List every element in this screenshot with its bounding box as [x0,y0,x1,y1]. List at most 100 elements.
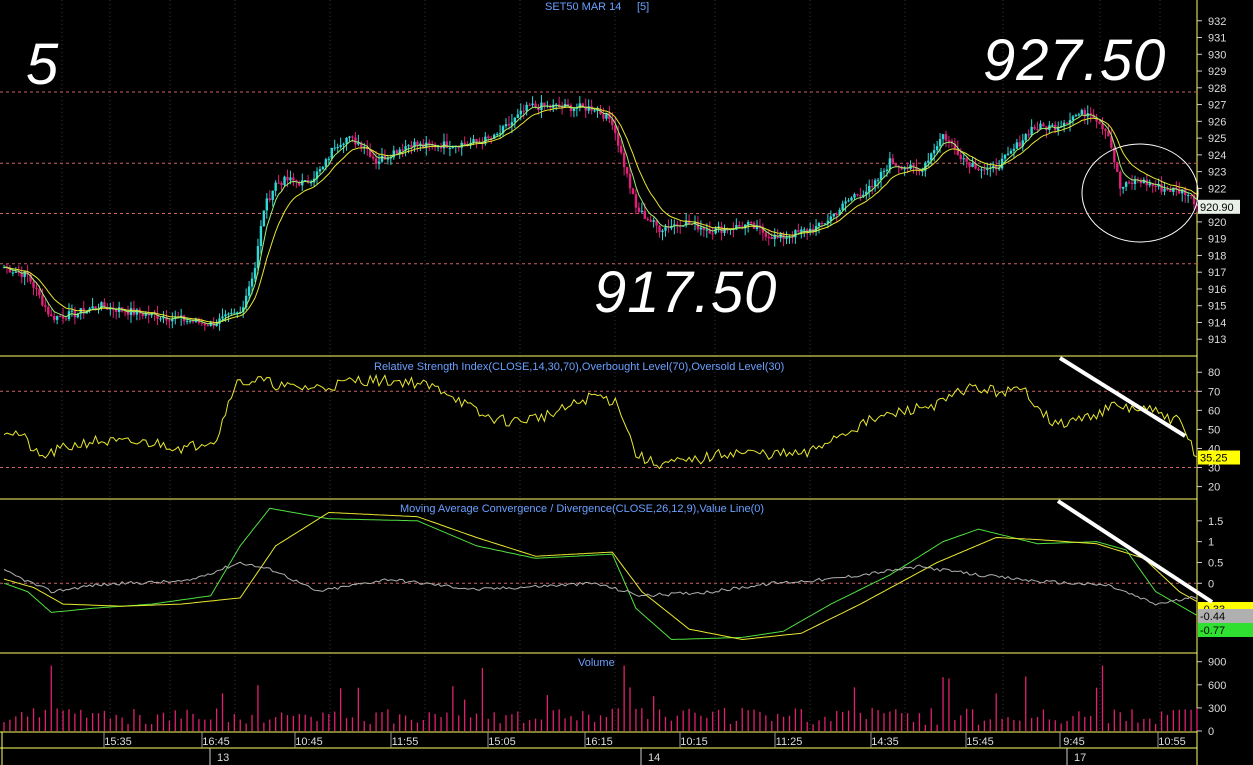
candle-body [968,161,971,167]
candle-body [504,124,508,127]
candle-body [50,314,53,317]
candle-body [64,318,68,320]
volume-y-tick-label: 0 [1208,726,1214,738]
macd-y-tick-label: 1.5 [1208,516,1223,528]
y-tick-label: 915 [1208,301,1226,313]
candle-body [11,272,15,274]
candle-body [868,185,871,192]
candle-body [286,176,289,181]
x-tick-label: 15:35 [104,736,132,748]
candle-body [55,316,59,320]
x-tick-label: 11:55 [392,736,419,748]
candle-body [1148,183,1151,186]
x-tick-label: 10:55 [1158,736,1186,748]
candle-body [646,218,649,220]
candle-body [221,316,224,319]
candle-body [652,220,655,222]
candle-body [168,320,171,322]
candle-body [983,169,986,171]
candle-body [141,313,144,316]
candle-body [1003,154,1007,159]
candle-body [947,140,951,142]
candle-body [61,316,65,319]
candle-body [1101,123,1104,130]
candle-body [159,318,162,320]
candle-body [14,271,18,273]
candle-body [395,150,398,154]
last-price-value: 920.90 [1200,202,1234,214]
candle-body [785,237,788,239]
candle-body [738,224,741,227]
candle-body [206,325,209,327]
candle-body [342,143,345,145]
candle-body [1163,188,1166,192]
y-tick-label: 913 [1208,334,1226,346]
candle-body [115,309,118,312]
candle-body [70,310,74,312]
y-tick-label: 919 [1208,234,1226,246]
day-label: 14 [648,752,660,764]
day-label: 13 [217,752,229,764]
candle-body [1030,126,1033,136]
chart-title: SET50 MAR 14 [545,1,621,13]
candle-body [876,179,880,181]
candle-body [628,173,632,189]
y-tick-label: 924 [1208,150,1226,162]
candle-body [631,188,635,195]
candle-body [841,203,844,210]
candle-body [932,150,936,154]
candle-body [280,183,283,186]
candle-body [856,194,859,196]
candle-body [1006,153,1010,155]
candle-body [885,169,889,171]
y-tick-label: 932 [1208,16,1226,28]
x-tick-label: 15:05 [488,736,516,748]
candle-body [797,230,800,232]
candle-body [1065,122,1069,124]
candle-body [304,180,307,182]
day-label: 17 [1074,752,1086,764]
y-tick-label: 930 [1208,49,1226,61]
y-tick-label: 914 [1208,317,1226,329]
candle-body [894,163,897,166]
candle-body [959,154,962,160]
candle-body [253,268,257,279]
candle-body [374,158,378,164]
x-tick-label: 14:35 [871,736,899,748]
candle-body [1127,182,1131,184]
x-tick-label: 16:15 [585,736,613,748]
candle-body [832,213,835,217]
candle-body [749,222,753,224]
candle-body [230,312,233,314]
candle-body [1012,148,1016,151]
candle-body [401,149,404,151]
candle-body [870,185,874,187]
candle-body [1080,110,1084,115]
candle-body [640,210,644,212]
candle-body [330,147,333,159]
candle-body [513,117,517,123]
candle-body [817,223,821,227]
candle-body [593,110,596,112]
candle-body [664,227,667,231]
candle-body [1169,189,1172,192]
candle-body [200,322,204,324]
candle-body [873,180,877,187]
candle-body [637,207,641,212]
low-annotation: 917.50 [594,260,778,325]
candle-body [117,307,121,312]
candle-body [699,227,703,230]
candle-body [746,222,750,225]
candle-body [301,180,304,186]
y-tick-label: 920 [1208,217,1226,229]
candle-body [1077,114,1081,116]
candle-body [1119,171,1122,189]
highlight-ellipse [1081,143,1199,243]
x-tick-label: 11:25 [776,736,803,748]
candle-body [1130,182,1134,184]
candle-body [289,177,292,181]
candle-body [625,167,629,174]
candle-body [935,146,939,151]
rsi-line [3,373,1198,470]
candle-body [371,156,375,159]
